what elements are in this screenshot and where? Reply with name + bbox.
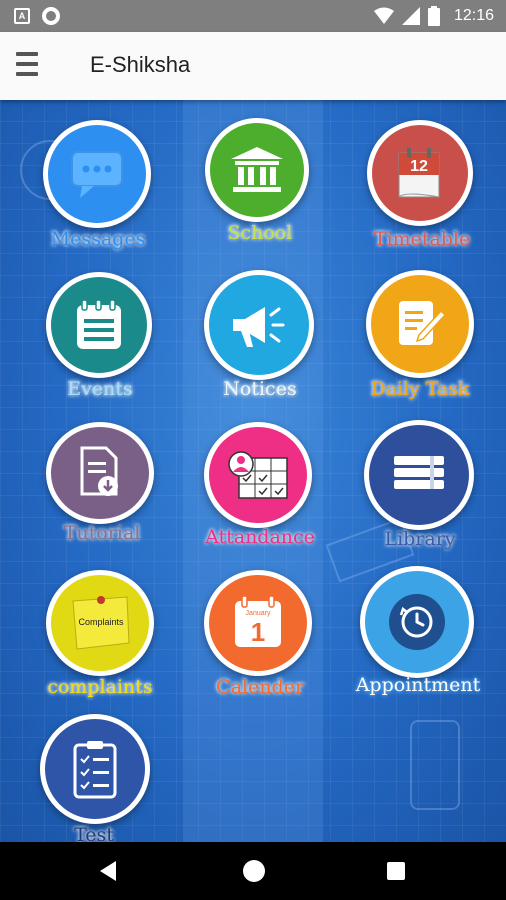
- school-circle: [205, 118, 309, 222]
- svg-text:Complaints: Complaints: [78, 617, 124, 627]
- tile-timetable[interactable]: 12 Timetable: [342, 120, 502, 260]
- attendance-circle: [204, 422, 312, 528]
- calendar-12-icon: 12: [398, 148, 440, 198]
- back-icon[interactable]: [100, 861, 116, 881]
- tile-label-attendance: Attandance: [205, 526, 315, 548]
- recent-apps-icon[interactable]: [387, 862, 405, 880]
- tile-label-test: Test: [74, 824, 114, 842]
- svg-text:1: 1: [251, 617, 265, 647]
- tile-label-calender: Calender: [216, 676, 304, 698]
- wifi-icon: [373, 7, 394, 24]
- tile-label-notices: Notices: [223, 378, 297, 400]
- tile-daily-task[interactable]: Daily Task: [340, 270, 500, 400]
- chat-bubble-icon: [71, 151, 123, 198]
- calendar-january-1-icon: January 1: [235, 595, 281, 647]
- calender-circle: January 1: [204, 570, 312, 676]
- tile-tutorial[interactable]: Tutorial: [22, 422, 182, 552]
- clock-history-icon: [389, 594, 445, 650]
- tile-attendance[interactable]: Attandance: [180, 422, 340, 552]
- library-circle: [364, 420, 474, 530]
- tutorial-circle: [46, 422, 154, 524]
- tile-notices[interactable]: Notices: [180, 270, 340, 400]
- events-circle: [46, 272, 152, 378]
- status-bar: A 12:16: [0, 0, 506, 32]
- books-stack-icon: [394, 456, 444, 489]
- app-title: E-Shiksha: [90, 52, 191, 77]
- tile-library[interactable]: Library: [340, 420, 500, 550]
- messages-circle: [43, 120, 151, 228]
- tile-label-school: School: [227, 222, 293, 244]
- tile-label-complaints: complaints: [47, 676, 153, 698]
- tile-school[interactable]: School: [180, 118, 340, 258]
- sticky-note-icon: Complaints: [72, 596, 130, 650]
- dashboard-grid: Messages School 12 Timetable Events Noti…: [0, 100, 506, 842]
- timetable-circle: 12: [367, 120, 473, 226]
- nav-bar: [0, 842, 506, 900]
- doodle-shape: [410, 720, 460, 810]
- tile-calender[interactable]: January 1 Calender: [180, 570, 340, 700]
- document-download-icon: [80, 446, 118, 496]
- tile-complaints[interactable]: Complaints complaints: [20, 570, 180, 700]
- tile-label-tutorial: Tutorial: [63, 522, 141, 544]
- tile-messages[interactable]: Messages: [18, 120, 178, 260]
- tile-label-messages: Messages: [50, 228, 146, 250]
- school-building-icon: [231, 147, 283, 192]
- tile-events[interactable]: Events: [20, 272, 180, 402]
- app-a-icon: A: [14, 8, 30, 24]
- notices-circle: [204, 270, 314, 380]
- hamburger-icon[interactable]: [16, 52, 40, 80]
- svg-text:12: 12: [410, 158, 428, 175]
- clipboard-checklist-icon: [73, 741, 117, 799]
- task-pencil-icon: [399, 301, 447, 345]
- tile-label-timetable: Timetable: [373, 228, 471, 250]
- notepad-icon: [77, 299, 121, 349]
- battery-icon: [427, 6, 440, 26]
- tile-label-events: Events: [67, 378, 133, 400]
- tile-appointment[interactable]: Appointment: [338, 566, 498, 696]
- home-icon[interactable]: [243, 860, 265, 882]
- status-time: 12:16: [453, 7, 494, 24]
- tile-test[interactable]: Test: [14, 714, 174, 842]
- megaphone-icon: [233, 307, 285, 347]
- app-bar: E-Shiksha: [0, 32, 506, 100]
- tile-label-appointment: Appointment: [355, 674, 481, 696]
- appointment-circle: [360, 566, 474, 678]
- attendance-grid-icon: [228, 451, 288, 499]
- cell-signal-icon: [401, 7, 420, 25]
- daily-task-circle: [366, 270, 474, 378]
- complaints-circle: Complaints: [46, 570, 154, 676]
- tile-label-daily-task: Daily Task: [370, 378, 470, 400]
- svg-text:January: January: [246, 610, 271, 617]
- circle-icon: [42, 7, 60, 25]
- tile-label-library: Library: [384, 528, 456, 550]
- test-circle: [40, 714, 150, 824]
